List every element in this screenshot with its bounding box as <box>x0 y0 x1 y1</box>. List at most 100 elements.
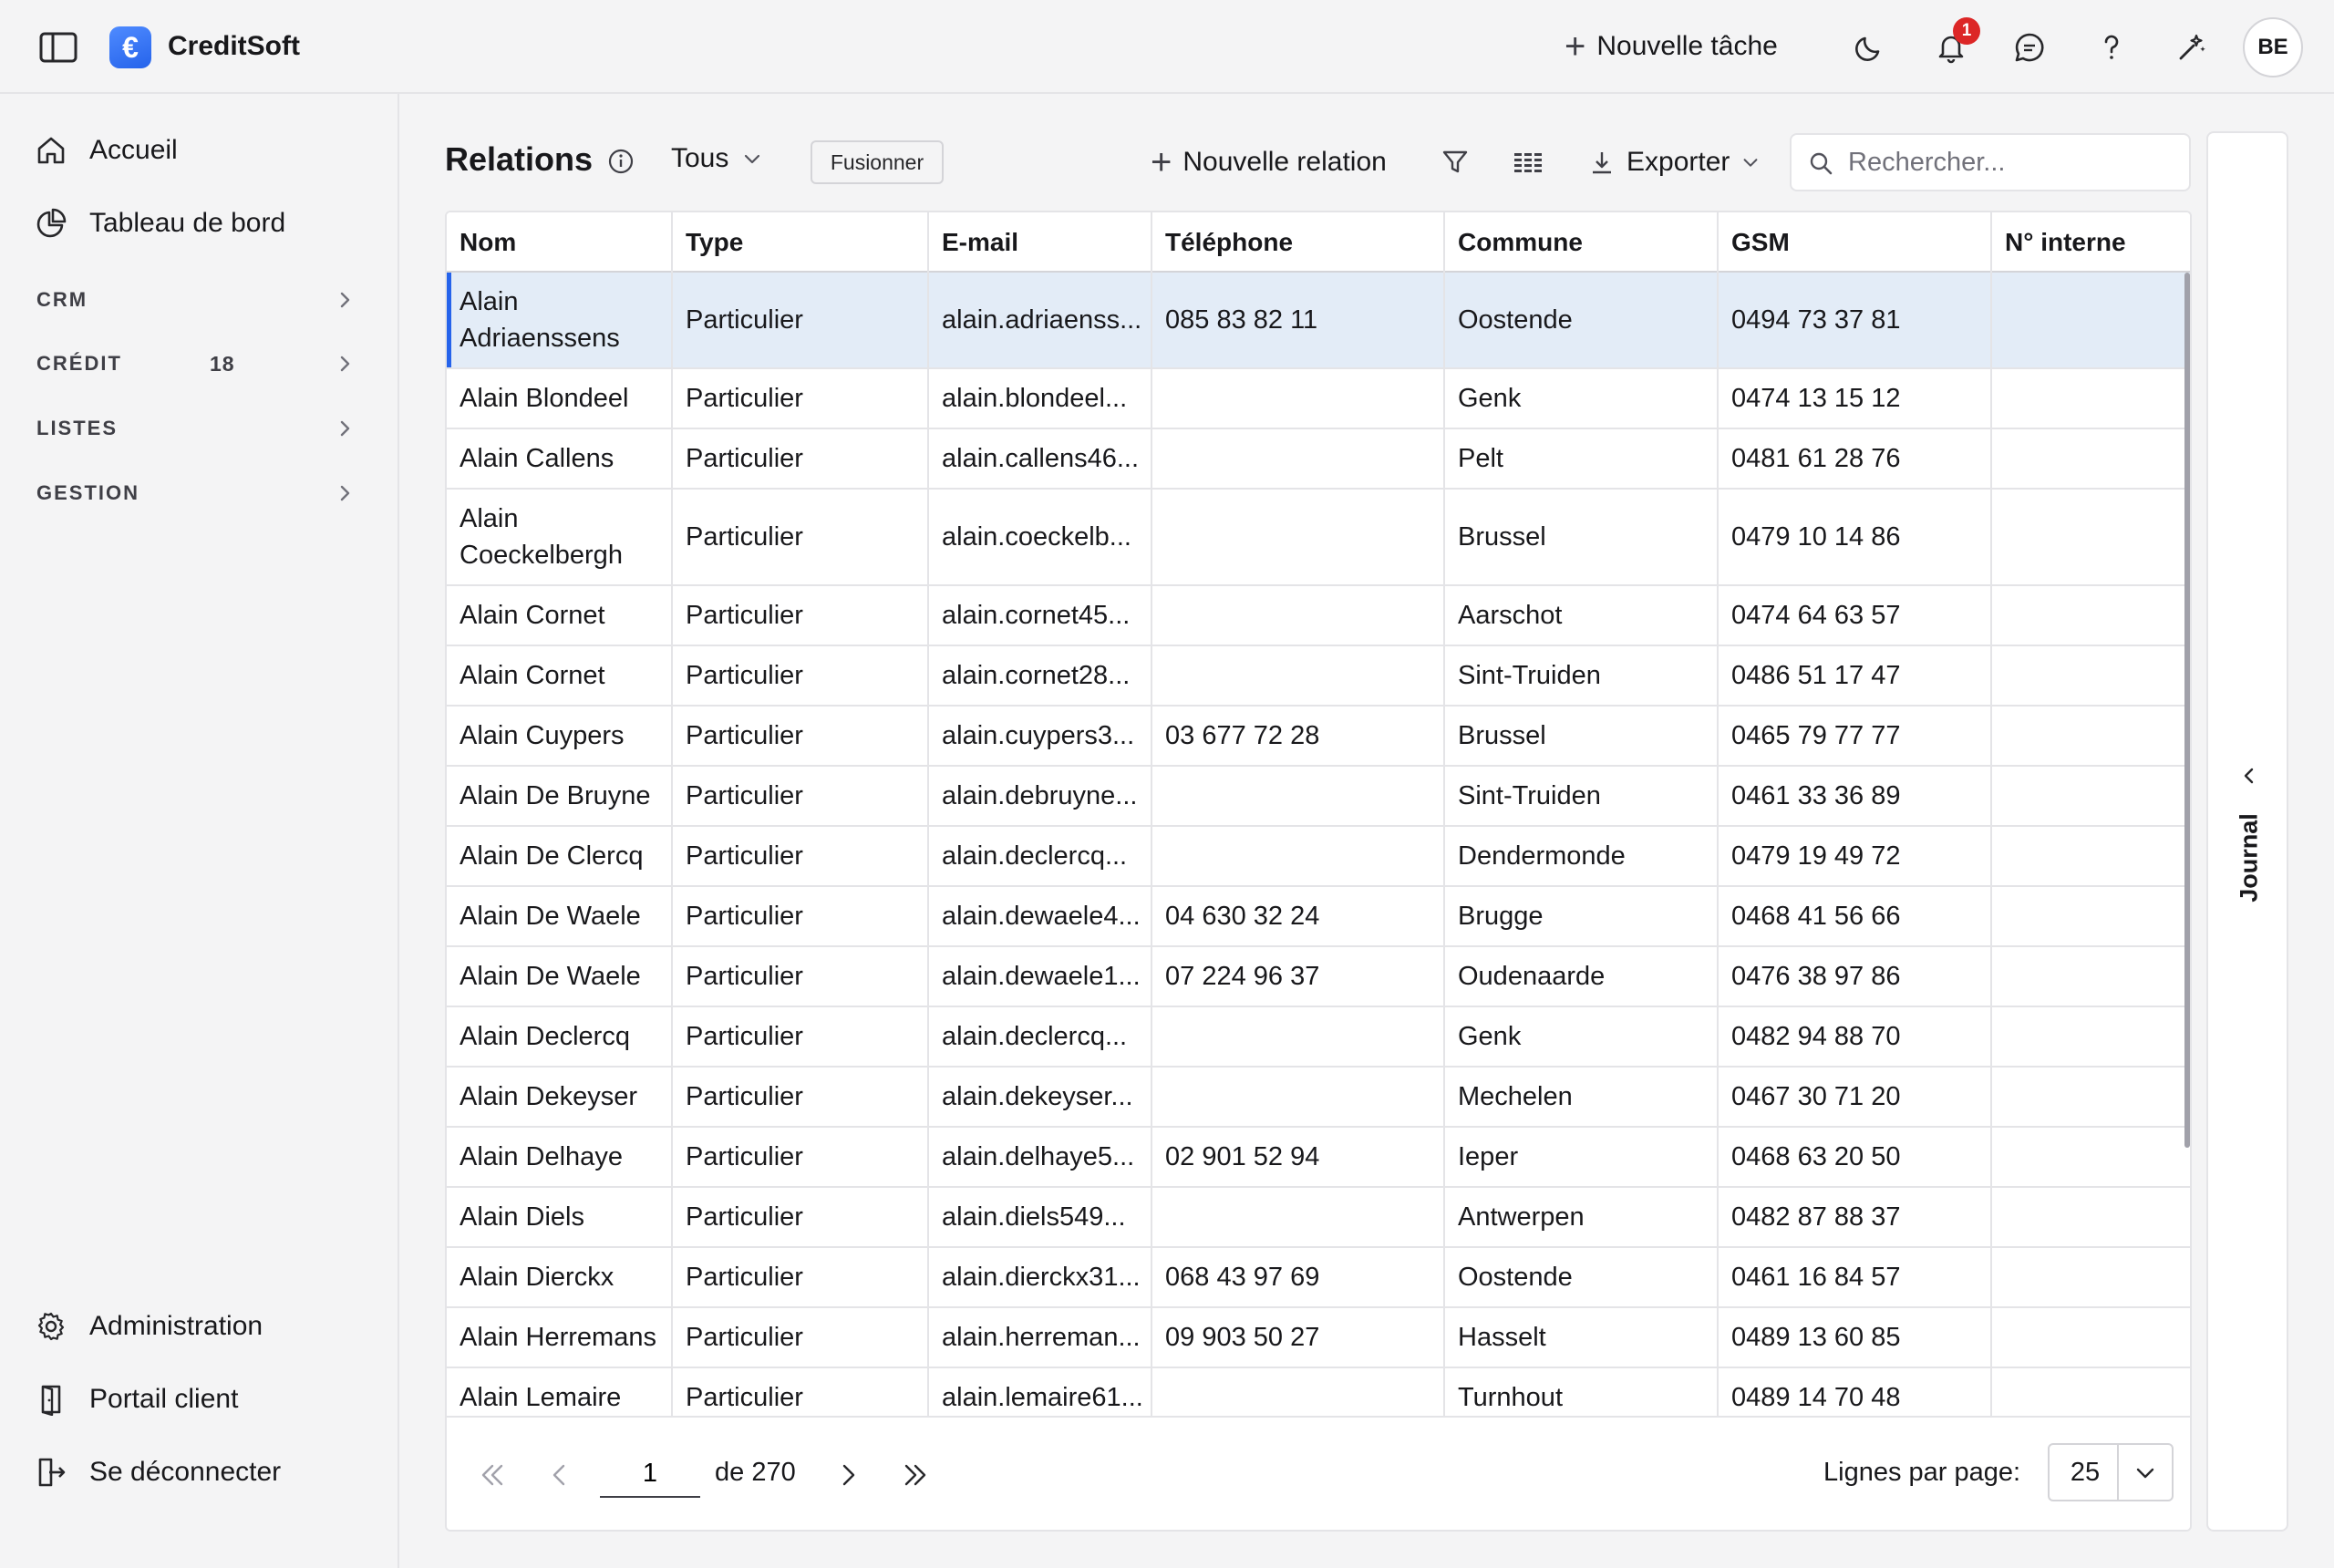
chat-icon[interactable] <box>2011 29 2048 66</box>
table-row[interactable]: Alain Lemaire Particulier alain.lemaire61.… <box>447 1368 2190 1416</box>
section-label: CRM <box>36 288 88 311</box>
cell-nom: Alain De Clercq <box>447 827 673 885</box>
table-row[interactable]: Alain De Clercq Particulier alain.declercq… <box>447 827 2190 887</box>
filter-dropdown[interactable]: Tous <box>671 143 763 174</box>
rows-per-page-label: Lignes par page: <box>1823 1458 2021 1487</box>
cell-nom: Alain Dekeyser <box>447 1068 673 1126</box>
export-dropdown[interactable]: Exporter <box>1588 140 1761 184</box>
sidebar-item-accueil[interactable]: Accueil <box>35 130 178 170</box>
sidebar-item-tableau-de-bord[interactable]: Tableau de bord <box>35 203 285 243</box>
cell-telephone: 085 83 82 11 <box>1152 273 1445 367</box>
first-page-icon[interactable] <box>474 1457 511 1493</box>
table-row[interactable]: Alain Dekeyser Particulier alain.dekeyser.… <box>447 1068 2190 1128</box>
cell-type: Particulier <box>673 1248 929 1306</box>
cell-telephone: 068 43 97 69 <box>1152 1248 1445 1306</box>
cell-commune: Antwerpen <box>1445 1188 1719 1246</box>
avatar[interactable]: BE <box>2243 17 2303 77</box>
sidebar-item-label: Tableau de bord <box>89 208 286 238</box>
table-row[interactable]: Alain Declercq Particulier alain.declercq.… <box>447 1007 2190 1068</box>
table-row[interactable]: Alain De Waele Particulier alain.dewaele1.… <box>447 947 2190 1007</box>
cell-commune: Hasselt <box>1445 1308 1719 1367</box>
sidebar-item-label: Portail client <box>89 1384 239 1414</box>
filter-icon[interactable] <box>1439 146 1472 179</box>
merge-button[interactable]: Fusionner <box>811 140 944 184</box>
new-task-button[interactable]: + Nouvelle tâche <box>1565 26 1778 67</box>
brand-logo[interactable]: € <box>109 26 151 68</box>
chevron-left-icon[interactable] <box>2237 764 2261 788</box>
cell-nom: Alain Lemaire <box>447 1368 673 1416</box>
pagination: de 270 Lignes par page: 25 <box>447 1416 2190 1530</box>
cell-gsm: 0482 94 88 70 <box>1719 1007 1992 1066</box>
cell-gsm: 0476 38 97 86 <box>1719 947 1992 1006</box>
brand-name[interactable]: CreditSoft <box>168 31 300 62</box>
cell-commune: Mechelen <box>1445 1068 1719 1126</box>
journal-label: Journal <box>2235 813 2263 903</box>
cell-type: Particulier <box>673 1068 929 1126</box>
cell-commune: Aarschot <box>1445 586 1719 645</box>
sidebar-item-portail-client[interactable]: Portail client <box>35 1379 238 1419</box>
new-relation-button[interactable]: + Nouvelle relation <box>1151 140 1387 184</box>
table-row[interactable]: Alain Delhaye Particulier alain.delhaye5..… <box>447 1128 2190 1188</box>
cell-n-interne <box>1992 1007 2190 1066</box>
table-row[interactable]: Alain Coeckelbergh Particulier alain.coeck… <box>447 490 2190 586</box>
column-header-n-interne[interactable]: N° interne <box>1992 212 2190 273</box>
cell-gsm: 0481 61 28 76 <box>1719 429 1992 488</box>
export-label: Exporter <box>1627 147 1730 177</box>
home-icon <box>37 137 65 164</box>
sidebar-section-credit[interactable]: CRÉDIT 18 <box>36 346 357 382</box>
columns-icon[interactable] <box>1512 146 1544 179</box>
cell-telephone <box>1152 1007 1445 1066</box>
cell-gsm: 0468 63 20 50 <box>1719 1128 1992 1186</box>
previous-page-icon[interactable] <box>542 1457 578 1493</box>
info-icon[interactable] <box>607 148 635 175</box>
journal-panel[interactable]: Journal <box>2206 131 2288 1532</box>
logout-icon <box>38 1458 66 1487</box>
table-row[interactable]: Alain Adriaenssens Particulier alain.adria… <box>447 273 2190 369</box>
cell-telephone <box>1152 369 1445 428</box>
cell-telephone <box>1152 646 1445 705</box>
column-header-nom[interactable]: Nom <box>447 212 673 273</box>
cell-n-interne <box>1992 887 2190 945</box>
table-row[interactable]: Alain Cornet Particulier alain.cornet28...… <box>447 646 2190 707</box>
plus-icon: + <box>1565 26 1586 67</box>
sidebar-item-se-deconnecter[interactable]: Se déconnecter <box>35 1452 281 1492</box>
sidebar-section-crm[interactable]: CRM <box>36 282 357 318</box>
magic-wand-icon[interactable] <box>2174 29 2210 66</box>
table-row[interactable]: Alain De Bruyne Particulier alain.debruyne… <box>447 767 2190 827</box>
sidebar-section-listes[interactable]: LISTES <box>36 410 357 447</box>
column-header-type[interactable]: Type <box>673 212 929 273</box>
cell-gsm: 0461 33 36 89 <box>1719 767 1992 825</box>
table-row[interactable]: Alain Diels Particulier alain.diels549... A… <box>447 1188 2190 1248</box>
relations-table: Nom Type E-mail Téléphone Commune GSM N°… <box>445 211 2192 1532</box>
table-row[interactable]: Alain Blondeel Particulier alain.blondeel.… <box>447 369 2190 429</box>
cell-type: Particulier <box>673 369 929 428</box>
chevron-down-icon <box>2136 1468 2154 1479</box>
plus-icon: + <box>1151 142 1172 182</box>
sidebar-item-administration[interactable]: Administration <box>35 1306 263 1346</box>
table-row[interactable]: Alain Dierckx Particulier alain.dierckx31.… <box>447 1248 2190 1308</box>
column-header-email[interactable]: E-mail <box>929 212 1152 273</box>
cell-telephone <box>1152 767 1445 825</box>
last-page-icon[interactable] <box>897 1457 934 1493</box>
table-row[interactable]: Alain Herremans Particulier alain.herreman… <box>447 1308 2190 1368</box>
column-header-telephone[interactable]: Téléphone <box>1152 212 1445 273</box>
sidebar-toggle-icon[interactable] <box>38 31 78 64</box>
search-box[interactable] <box>1790 133 2191 191</box>
page-number-input[interactable] <box>600 1450 700 1498</box>
table-row[interactable]: Alain Cornet Particulier alain.cornet45...… <box>447 586 2190 646</box>
column-header-gsm[interactable]: GSM <box>1719 212 1992 273</box>
next-page-icon[interactable] <box>830 1457 866 1493</box>
search-input[interactable] <box>1848 142 2176 182</box>
table-row[interactable]: Alain Callens Particulier alain.callens46.… <box>447 429 2190 490</box>
column-header-commune[interactable]: Commune <box>1445 212 1719 273</box>
table-row[interactable]: Alain Cuypers Particulier alain.cuypers3..… <box>447 707 2190 767</box>
help-icon[interactable] <box>2093 29 2130 66</box>
vertical-scrollbar[interactable] <box>2184 273 2190 1148</box>
table-row[interactable]: Alain De Waele Particulier alain.dewaele4.… <box>447 887 2190 947</box>
moon-icon[interactable] <box>1851 29 1887 66</box>
cell-commune: Brugge <box>1445 887 1719 945</box>
sidebar-section-gestion[interactable]: GESTION <box>36 475 357 511</box>
rows-per-page-select[interactable]: 25 <box>2048 1443 2174 1501</box>
cell-email: alain.cornet28... <box>929 646 1152 705</box>
cell-n-interne <box>1992 586 2190 645</box>
